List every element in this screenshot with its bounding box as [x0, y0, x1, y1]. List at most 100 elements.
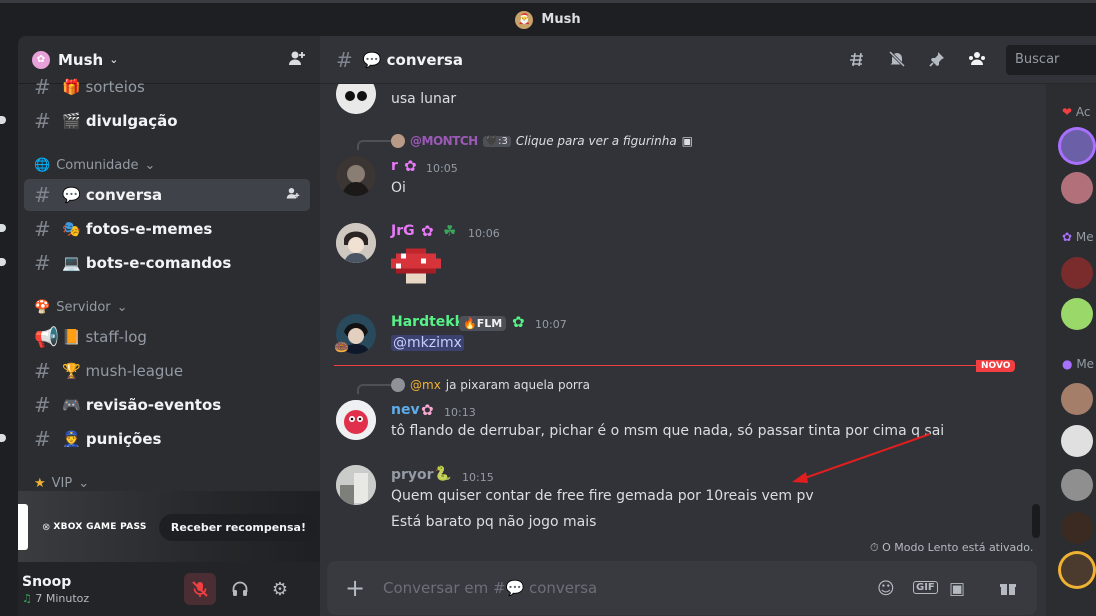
add-member-icon[interactable]: [286, 186, 300, 204]
headset-button[interactable]: [224, 573, 256, 605]
sticker-mushroom[interactable]: [391, 248, 441, 288]
user-info[interactable]: Snoop ♫ 7 Minutoz: [22, 574, 89, 605]
member-avatar[interactable]: [1061, 172, 1093, 204]
server-name: Mush: [58, 50, 104, 69]
message-list: usa lunar @MONTCH 🖤:3 Clique para ver a …: [320, 84, 1046, 558]
scrollbar-thumb[interactable]: [1032, 504, 1040, 538]
hash-icon: #: [34, 217, 51, 241]
timer-icon: ⏱: [870, 541, 879, 554]
avatar[interactable]: [336, 156, 376, 196]
channel-label: 🏆 mush-league: [62, 362, 184, 380]
channel-label: 📙 staff-log: [62, 328, 147, 346]
message-username[interactable]: r: [391, 158, 398, 174]
avatar[interactable]: [336, 400, 376, 440]
add-attachment-button[interactable]: +: [327, 574, 383, 602]
mute-microphone-button[interactable]: [184, 573, 216, 605]
avatar[interactable]: [336, 84, 376, 114]
category-servidor[interactable]: 🍄 Servidor ⌄: [34, 300, 128, 315]
reply-preview[interactable]: @MONTCH 🖤:3 Clique para ver a figurinha …: [391, 134, 693, 148]
member-avatar[interactable]: [1061, 298, 1093, 330]
window-title: Mush: [541, 12, 581, 27]
member-avatar[interactable]: [1061, 383, 1093, 415]
channel-label: 💬 conversa: [62, 186, 163, 204]
hash-icon: #: [34, 75, 51, 99]
channel-label: 👮 punições: [62, 430, 162, 448]
channel-conversa[interactable]: # 💬 conversa: [24, 179, 310, 211]
member-avatar[interactable]: [1061, 512, 1093, 544]
message-text: Oi: [391, 180, 406, 196]
user-mention[interactable]: @mkzimx: [391, 335, 464, 351]
channel-staff-log[interactable]: 📢 📙 staff-log: [24, 321, 310, 353]
member-avatar[interactable]: [1061, 257, 1093, 289]
settings-button[interactable]: ⚙: [264, 573, 296, 605]
unread-indicator: [0, 224, 6, 232]
unread-indicator: [0, 434, 6, 442]
timestamp: 10:15: [462, 471, 494, 484]
channel-bots-e-comandos[interactable]: # 💻 bots-e-comandos: [24, 247, 310, 279]
channel-mush-league[interactable]: # 🏆 mush-league: [24, 355, 310, 387]
clan-tag[interactable]: 🔥FLM: [459, 316, 507, 331]
snake-icon: 🐍: [434, 466, 452, 482]
threads-icon[interactable]: [848, 50, 866, 73]
chevron-down-icon: ⌄: [109, 53, 119, 66]
message-username[interactable]: pryor: [391, 467, 434, 483]
announcement-icon: 📢: [34, 325, 59, 349]
emoji-icon[interactable]: ☺: [877, 579, 895, 599]
reply-preview[interactable]: @mx ja pixaram aquela porra: [391, 378, 590, 392]
category-comunidade[interactable]: 🌐 Comunidade ⌄: [34, 158, 155, 173]
category-label: Servidor: [56, 300, 111, 315]
avatar[interactable]: [336, 465, 376, 505]
hash-icon: #: [336, 47, 353, 72]
category-label: Me: [1076, 357, 1095, 371]
timestamp: 10:07: [535, 318, 567, 331]
gift-icon[interactable]: [999, 579, 1017, 602]
mushroom-icon: 🍄: [34, 300, 51, 315]
channel-label: 🎮 revisão-eventos: [62, 396, 222, 414]
hash-icon: #: [34, 427, 51, 451]
mic-muted-icon: [192, 581, 208, 597]
game-pass-promo: ⊗ XBOX GAME PASS Receber recompensa!: [18, 491, 320, 563]
heart-icon: ❤: [1062, 105, 1073, 119]
role-star-icon: ✿: [512, 313, 525, 331]
channel-divulgacao[interactable]: # 🎬 divulgação: [24, 105, 310, 137]
gif-icon[interactable]: GIF: [913, 581, 938, 594]
member-avatar[interactable]: [1061, 425, 1093, 457]
message-text: usa lunar: [391, 91, 457, 107]
message-username[interactable]: Hardtekk: [391, 314, 464, 330]
pin-icon[interactable]: [928, 50, 946, 73]
music-note-icon: ♫: [22, 591, 32, 605]
channel-fotos-e-memes[interactable]: # 🎭 fotos-e-memes: [24, 213, 310, 245]
message-username[interactable]: JrG: [391, 223, 415, 239]
user-panel: Snoop ♫ 7 Minutoz ⚙: [18, 562, 320, 616]
chevron-down-icon: ⌄: [78, 476, 90, 491]
chat-header: # 💬 conversa Buscar: [320, 36, 1096, 84]
member-avatar[interactable]: [1061, 130, 1093, 162]
channel-sidebar: ✿ Mush ⌄ # 🎁 sorteios # 🎬 divulgação 🌐 C…: [18, 36, 320, 616]
search-input[interactable]: Buscar: [1006, 45, 1096, 75]
category-label: Comunidade: [56, 158, 139, 173]
avatar[interactable]: [336, 223, 376, 263]
star-icon: ★: [34, 476, 46, 491]
claim-reward-button[interactable]: Receber recompensa!: [158, 513, 318, 541]
message-composer: + Conversar em #💬 conversa ☺ GIF ▣: [327, 561, 1037, 615]
hash-icon: #: [34, 393, 51, 417]
member-list-icon[interactable]: [968, 50, 986, 73]
category-vip[interactable]: ★ VIP ⌄: [34, 476, 89, 491]
chevron-down-icon: ⌄: [116, 300, 128, 315]
unread-indicator: [0, 116, 6, 124]
message-input[interactable]: Conversar em #💬 conversa: [383, 579, 597, 597]
member-avatar[interactable]: [1061, 469, 1093, 501]
message-username[interactable]: nev: [391, 402, 420, 418]
headphones-icon: [232, 581, 248, 596]
channel-punicoes[interactable]: # 👮 punições: [24, 423, 310, 455]
channel-sorteios[interactable]: # 🎁 sorteios: [24, 71, 310, 103]
invite-people-icon[interactable]: [288, 49, 306, 71]
reply-text: ja pixaram aquela porra: [445, 378, 590, 392]
notifications-muted-icon[interactable]: [888, 50, 906, 73]
sticker-icon[interactable]: ▣: [949, 579, 965, 599]
unread-indicator: [0, 258, 6, 266]
slowmode-notice: ⏱ O Modo Lento está ativado.: [870, 541, 1033, 555]
hash-icon: #: [34, 109, 51, 133]
channel-revisao-eventos[interactable]: # 🎮 revisão-eventos: [24, 389, 310, 421]
member-avatar[interactable]: [1061, 554, 1093, 586]
